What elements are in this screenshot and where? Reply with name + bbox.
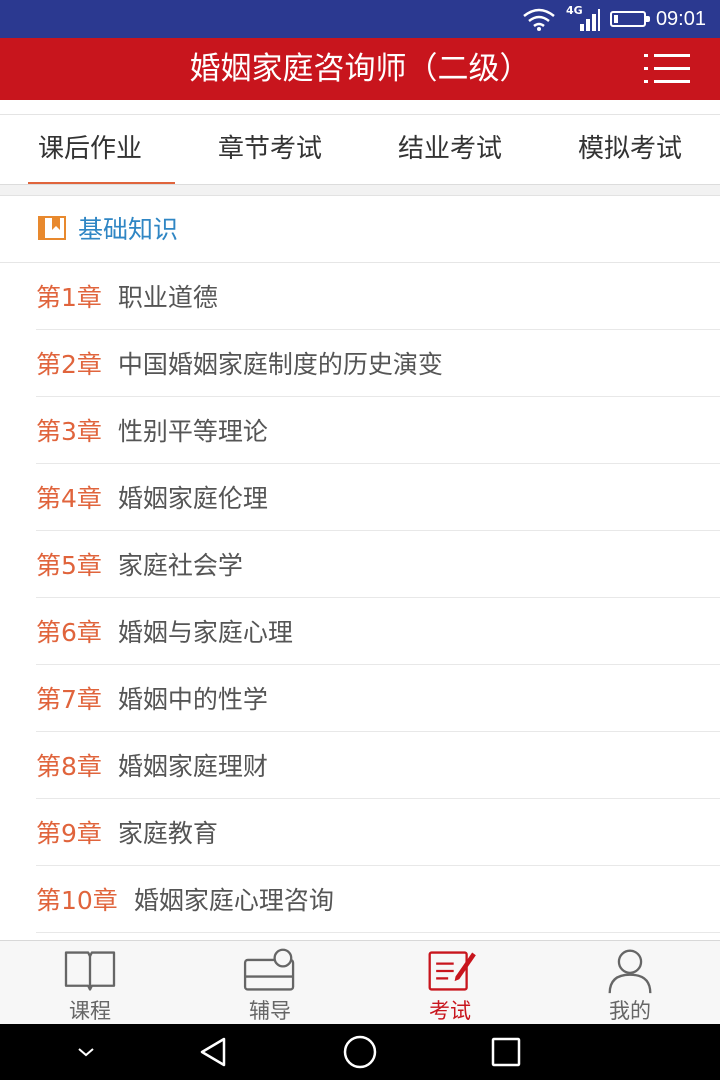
nav-label: 考试 xyxy=(429,999,471,1023)
chapter-item[interactable]: 第5章 家庭社会学 xyxy=(36,531,720,598)
chapter-title: 婚姻与家庭心理 xyxy=(117,618,293,647)
bookmark-icon xyxy=(38,216,66,240)
chapter-number: 第9章 xyxy=(36,819,102,848)
chapter-item[interactable]: 第6章 婚姻与家庭心理 xyxy=(36,598,720,665)
tutoring-icon xyxy=(243,948,295,991)
chapter-number: 第2章 xyxy=(36,350,102,379)
chapter-title: 中国婚姻家庭制度的历史演变 xyxy=(117,350,443,379)
exam-tabs: 课后作业 章节考试 结业考试 模拟考试 xyxy=(0,114,720,185)
exam-icon xyxy=(428,951,476,991)
user-icon xyxy=(608,949,652,994)
system-nav-bar xyxy=(0,1024,720,1080)
chapter-item[interactable]: 第1章 职业道德 xyxy=(36,263,720,330)
chapter-list: 第1章 职业道德 第2章 中国婚姻家庭制度的历史演变 第3章 性别平等理论 第4章 婚姻… xyxy=(0,263,720,933)
status-indicators: 4G 09:01 xyxy=(522,0,706,38)
section-header: 基础知识 xyxy=(0,196,720,263)
list-menu-icon[interactable] xyxy=(644,50,690,88)
chapter-title: 性别平等理论 xyxy=(117,417,268,446)
tab-final-exam[interactable]: 结业考试 xyxy=(360,115,540,185)
chapter-title: 婚姻家庭理财 xyxy=(117,752,268,781)
chapter-title: 职业道德 xyxy=(117,283,218,312)
chapter-item[interactable]: 第9章 家庭教育 xyxy=(36,799,720,866)
chapter-item[interactable]: 第7章 婚姻中的性学 xyxy=(36,665,720,732)
chapter-title: 家庭教育 xyxy=(117,819,218,848)
chapter-item[interactable]: 第8章 婚姻家庭理财 xyxy=(36,732,720,799)
chapter-item[interactable]: 第10章 婚姻家庭心理咨询 xyxy=(36,866,720,933)
bottom-nav: 课程 辅导 考试 我的 xyxy=(0,940,720,1025)
chapter-title: 婚姻家庭心理咨询 xyxy=(133,886,334,915)
chapter-number: 第1章 xyxy=(36,283,102,312)
book-icon xyxy=(64,951,116,991)
battery-icon xyxy=(609,11,650,27)
chapter-title: 家庭社会学 xyxy=(117,551,243,580)
signal-icon xyxy=(579,9,600,31)
section-title: 基础知识 xyxy=(78,215,179,244)
tab-mock-exam[interactable]: 模拟考试 xyxy=(540,115,720,185)
chapter-number: 第4章 xyxy=(36,484,102,513)
nav-tutoring[interactable]: 辅导 xyxy=(180,941,360,1025)
app-header: 婚姻家庭咨询师（二级） xyxy=(0,38,720,100)
chevron-down-icon[interactable] xyxy=(68,1034,104,1070)
nav-label: 我的 xyxy=(609,999,651,1023)
chapter-item[interactable]: 第3章 性别平等理论 xyxy=(36,397,720,464)
chapter-number: 第5章 xyxy=(36,551,102,580)
chapter-number: 第10章 xyxy=(36,886,118,915)
chapter-number: 第3章 xyxy=(36,417,102,446)
nav-label: 课程 xyxy=(69,999,111,1023)
status-bar: 4G 09:01 xyxy=(0,0,720,38)
chapter-number: 第8章 xyxy=(36,752,102,781)
chapter-item[interactable]: 第4章 婚姻家庭伦理 xyxy=(36,464,720,531)
nav-courses[interactable]: 课程 xyxy=(0,941,180,1025)
chapter-title: 婚姻家庭伦理 xyxy=(117,484,268,513)
page-title: 婚姻家庭咨询师（二级） xyxy=(189,51,531,87)
divider xyxy=(0,184,720,196)
home-icon[interactable] xyxy=(342,1034,378,1070)
tab-chapter-exam[interactable]: 章节考试 xyxy=(180,115,360,185)
nav-profile[interactable]: 我的 xyxy=(540,941,720,1025)
nav-exam[interactable]: 考试 xyxy=(360,941,540,1025)
battery-level xyxy=(613,15,618,23)
chapter-item[interactable]: 第2章 中国婚姻家庭制度的历史演变 xyxy=(36,330,720,397)
back-icon[interactable] xyxy=(196,1034,232,1070)
chapter-number: 第7章 xyxy=(36,685,102,714)
cell-signal: 4G xyxy=(566,4,600,32)
recents-icon[interactable] xyxy=(488,1034,524,1070)
clock: 09:01 xyxy=(655,7,706,30)
chapter-number: 第6章 xyxy=(36,618,102,647)
nav-label: 辅导 xyxy=(249,999,291,1023)
tab-homework[interactable]: 课后作业 xyxy=(0,115,180,185)
wifi-icon xyxy=(523,8,555,31)
chapter-title: 婚姻中的性学 xyxy=(117,685,268,714)
